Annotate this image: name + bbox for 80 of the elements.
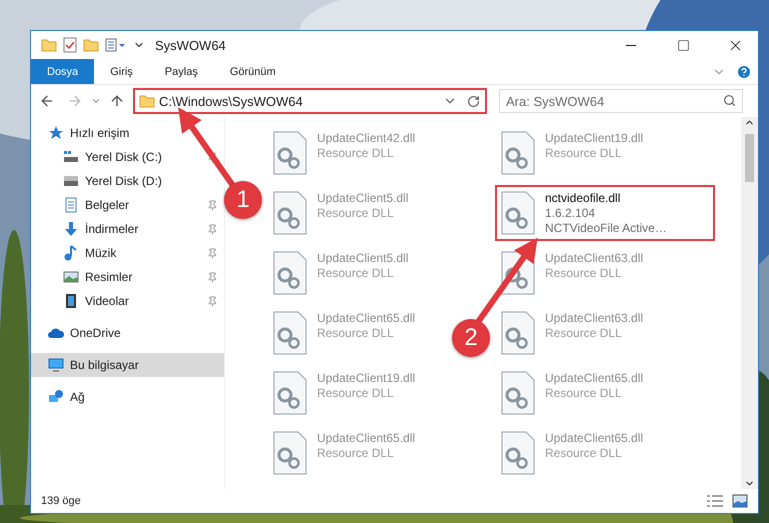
ribbon-tab[interactable]: Paylaş — [148, 59, 214, 84]
gear-file-icon — [273, 191, 307, 235]
file-name: UpdateClient65.dll — [545, 371, 644, 385]
ribbon-tab[interactable]: Giriş — [94, 59, 149, 84]
sidebar-item[interactable]: Belgeler — [31, 193, 224, 217]
file-detail: Resource DLL — [545, 446, 623, 460]
gear-file-icon — [501, 431, 535, 475]
checklist-icon[interactable] — [63, 37, 77, 53]
star-icon — [48, 125, 64, 141]
network-icon — [48, 389, 64, 405]
forward-arrow-icon — [67, 93, 83, 109]
file-detail: Resource DLL — [317, 146, 395, 160]
scroll-thumb[interactable] — [745, 134, 754, 182]
gear-file-icon — [273, 311, 307, 355]
gear-file-icon — [501, 191, 535, 235]
sidebar-item[interactable]: Yerel Disk (D:) — [31, 169, 224, 193]
file-name: UpdateClient63.dll — [545, 311, 644, 325]
gear-file-icon — [501, 131, 535, 175]
drive-icon — [63, 149, 79, 165]
item-count: 139 öge — [41, 495, 82, 507]
file-name: nctvideofile.dll — [545, 191, 622, 205]
sidebar-item[interactable]: Bu bilgisayar — [31, 353, 224, 377]
gear-file-icon — [273, 371, 307, 415]
search-icon — [723, 94, 736, 107]
sidebar-item[interactable]: Yerel Disk (C:) — [31, 145, 224, 169]
file-name: UpdateClient19.dll — [317, 371, 416, 385]
document-icon — [63, 197, 79, 213]
gear-file-icon — [501, 311, 535, 355]
file-detail: Resource DLL — [317, 326, 395, 340]
file-detail: Resource DLL — [317, 386, 395, 400]
file-name: UpdateClient63.dll — [545, 251, 644, 265]
file-item[interactable]: nctvideofile.dll 1.6.2.104 NCTVideoFile Active… — [495, 185, 715, 241]
sidebar-item[interactable]: Resimler — [31, 265, 224, 289]
file-detail: Resource DLL — [545, 266, 623, 280]
gear-file-icon — [273, 251, 307, 295]
drive-icon — [63, 173, 79, 189]
search-field[interactable]: Ara: SysWOW64 — [499, 89, 743, 113]
file-detail: 1.6.2.104 — [545, 206, 596, 220]
file-name: UpdateClient5.dll — [317, 251, 408, 265]
address-field[interactable]: C:\Windows\SysWOW64 — [133, 88, 487, 114]
file-detail: Resource DLL — [545, 146, 623, 160]
properties-icon[interactable] — [105, 38, 127, 52]
sidebar-item[interactable]: Müzik — [31, 241, 224, 265]
file-detail: Resource DLL — [317, 266, 395, 280]
file-name: UpdateClient65.dll — [545, 431, 644, 445]
file-detail: Resource DLL — [545, 326, 623, 340]
download-icon — [63, 221, 79, 237]
ribbon-tab[interactable]: Dosya — [31, 59, 94, 84]
large-icons-view-icon[interactable] — [732, 494, 748, 508]
window-title: SysWOW64 — [155, 38, 227, 52]
computer-icon — [48, 357, 64, 373]
file-detail: Resource DLL — [545, 386, 623, 400]
picture-icon — [63, 269, 79, 285]
gear-file-icon — [273, 131, 307, 175]
file-detail: NCTVideoFile Active… — [545, 221, 667, 235]
scrollbar[interactable] — [741, 117, 758, 489]
file-name: UpdateClient42.dll — [317, 131, 416, 145]
ribbon-tab[interactable]: Görünüm — [214, 59, 292, 84]
gear-file-icon — [501, 371, 535, 415]
sidebar-item[interactable]: Ağ — [31, 385, 224, 409]
file-detail: Resource DLL — [317, 446, 395, 460]
sidebar-item[interactable]: Hızlı erişim — [31, 121, 224, 145]
folder-icon — [139, 94, 155, 108]
sidebar-item[interactable]: Videolar — [31, 289, 224, 313]
file-name: UpdateClient65.dll — [317, 311, 416, 325]
help-icon[interactable] — [736, 64, 752, 80]
file-detail: Resource DLL — [317, 206, 395, 220]
sidebar-item[interactable]: İndirmeler — [31, 217, 224, 241]
minimize-icon — [626, 44, 636, 46]
sidebar-item[interactable]: OneDrive — [31, 321, 224, 345]
gear-file-icon — [273, 431, 307, 475]
folder-icon — [41, 38, 57, 52]
file-name: UpdateClient19.dll — [545, 131, 644, 145]
file-name: UpdateClient65.dll — [317, 431, 416, 445]
maximize-icon — [676, 38, 690, 52]
details-view-icon[interactable] — [706, 494, 724, 508]
file-name: UpdateClient5.dll — [317, 191, 408, 205]
music-note-icon — [63, 245, 79, 261]
film-icon — [63, 293, 79, 309]
refresh-icon — [466, 94, 480, 108]
